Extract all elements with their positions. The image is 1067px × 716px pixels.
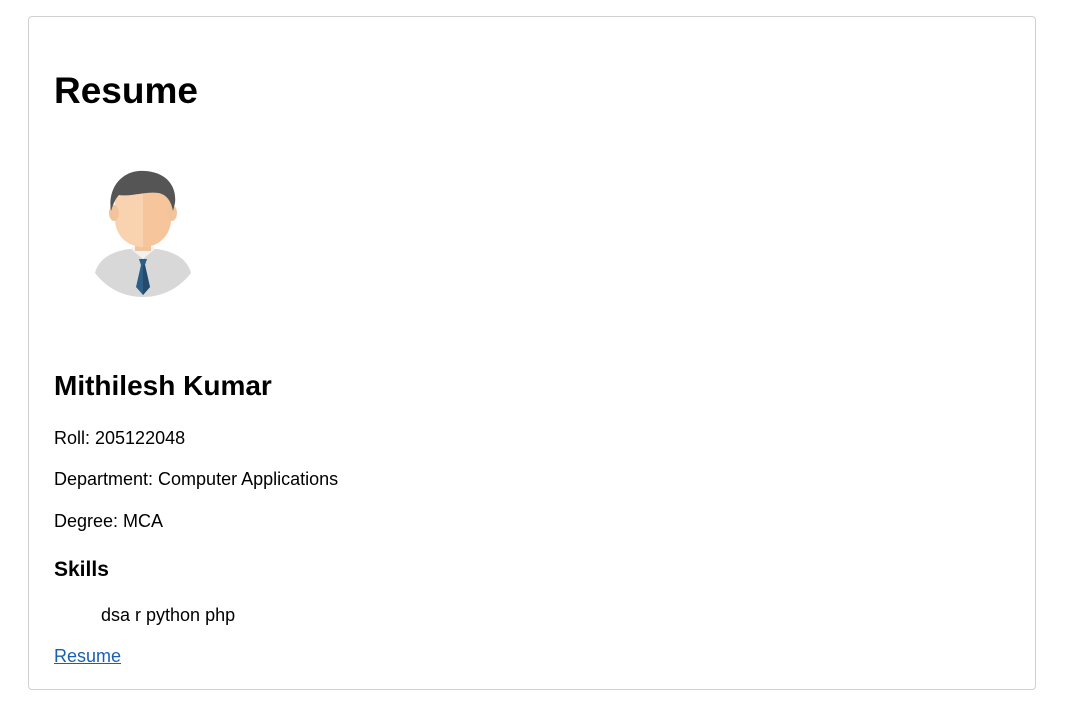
- roll-number: Roll: 205122048: [54, 428, 186, 448]
- resume-card: Resume Mithilesh Kumar Roll: 205122048 D…: [28, 16, 1036, 690]
- person-avatar-icon: [93, 167, 193, 299]
- skills-list: dsa r python php: [101, 605, 236, 625]
- profile-name: Mithilesh Kumar: [54, 370, 272, 401]
- resume-link[interactable]: Resume: [54, 645, 121, 667]
- department: Department: Computer Applications: [54, 469, 339, 489]
- degree: Degree: MCA: [54, 511, 164, 531]
- page-title: Resume: [54, 70, 198, 111]
- skills-heading: Skills: [54, 558, 109, 581]
